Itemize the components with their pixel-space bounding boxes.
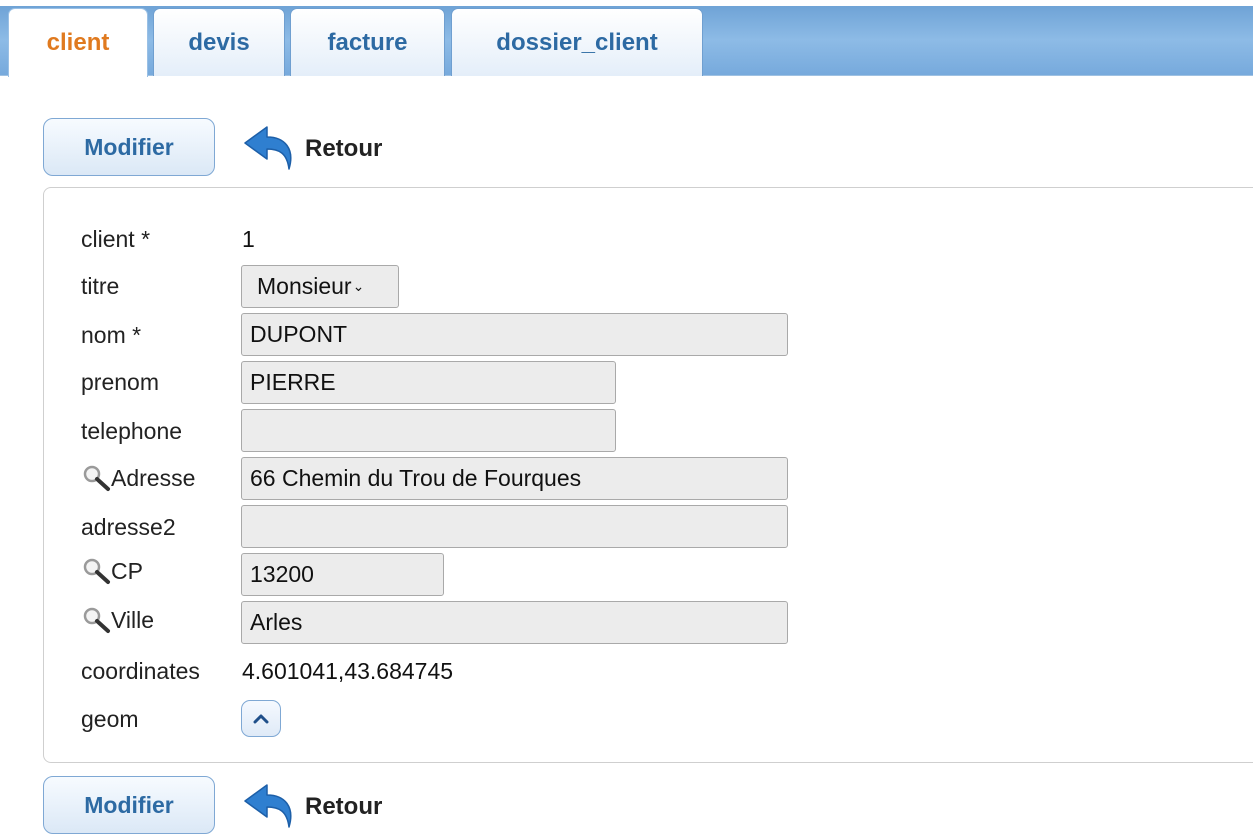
- tab-devis[interactable]: devis: [153, 8, 285, 76]
- chevron-up-icon: [253, 714, 269, 723]
- tab-facture[interactable]: facture: [290, 8, 445, 76]
- adresse-input[interactable]: [241, 457, 788, 500]
- search-icon[interactable]: [81, 464, 111, 492]
- retour-link-bottom[interactable]: Retour: [241, 778, 382, 836]
- nom-input[interactable]: [241, 313, 788, 356]
- search-icon[interactable]: [81, 606, 111, 634]
- prenom-input[interactable]: [241, 361, 616, 404]
- back-arrow-icon: [244, 784, 292, 828]
- telephone-label: telephone: [81, 417, 183, 444]
- back-arrow-icon: [244, 126, 292, 170]
- titre-label: titre: [81, 272, 120, 299]
- retour-link-top[interactable]: Retour: [241, 120, 382, 178]
- ville-label[interactable]: Ville: [81, 600, 154, 640]
- ville-input[interactable]: [241, 601, 788, 644]
- coordinates-label: coordinates: [81, 657, 200, 684]
- titre-selected-value: Monsieur: [257, 273, 352, 299]
- cp-label-text: CP: [111, 557, 143, 584]
- geom-label: geom: [81, 705, 139, 732]
- tab-client[interactable]: client: [8, 8, 148, 77]
- modifier-button-bottom[interactable]: Modifier: [43, 776, 215, 834]
- client-id-value: 1: [242, 225, 255, 252]
- telephone-input[interactable]: [241, 409, 616, 452]
- adresse-label[interactable]: Adresse: [81, 458, 195, 498]
- retour-label: Retour: [305, 135, 383, 162]
- adresse-label-text: Adresse: [111, 464, 196, 491]
- retour-label: Retour: [305, 793, 383, 820]
- chevron-down-icon: ⌄: [352, 278, 365, 294]
- modifier-button-top[interactable]: Modifier: [43, 118, 215, 176]
- search-icon[interactable]: [81, 557, 111, 585]
- cp-label[interactable]: CP: [81, 551, 143, 591]
- nom-label: nom *: [81, 321, 142, 348]
- tab-bar: client devis facture dossier_client: [0, 0, 1253, 77]
- client-label: client *: [81, 225, 151, 252]
- geom-toggle-button[interactable]: [241, 700, 281, 737]
- tab-dossier-client[interactable]: dossier_client: [451, 8, 703, 76]
- adresse2-input[interactable]: [241, 505, 788, 548]
- ville-label-text: Ville: [111, 606, 155, 633]
- cp-input[interactable]: [241, 553, 444, 596]
- coordinates-value: 4.601041,43.684745: [242, 657, 454, 684]
- adresse2-label: adresse2: [81, 513, 176, 540]
- titre-select[interactable]: Monsieur ⌄: [241, 265, 399, 308]
- prenom-label: prenom: [81, 368, 159, 395]
